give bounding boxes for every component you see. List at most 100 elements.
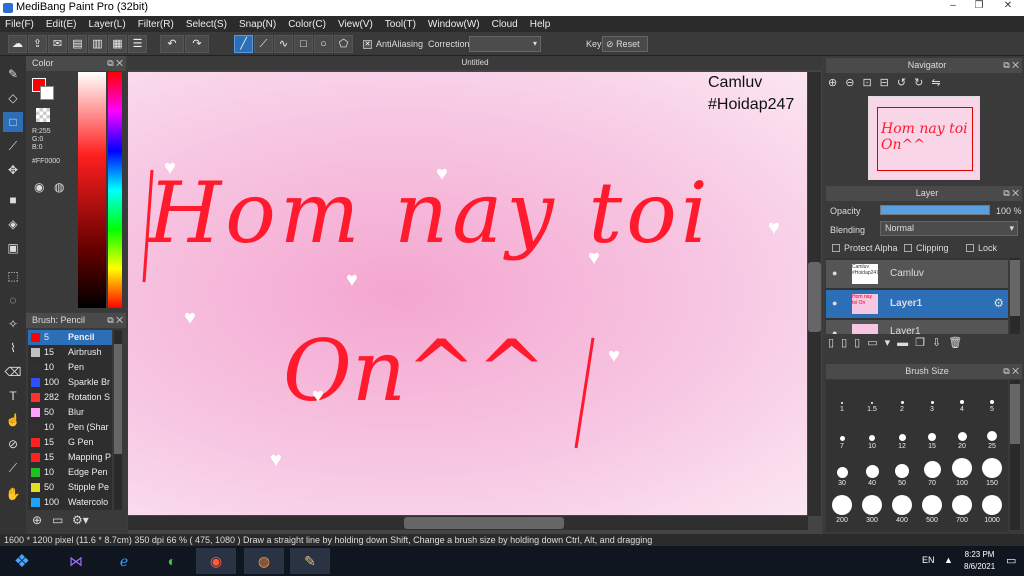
hand-tool-icon[interactable]: ✋ [3, 484, 23, 504]
gradient-tool-icon[interactable]: ▣ [3, 238, 23, 258]
brush-tool-icon[interactable]: ✎ [3, 64, 23, 84]
brush-size-cell[interactable]: 4 [948, 384, 976, 418]
brush-size-cell[interactable]: 12 [888, 421, 916, 455]
visual-studio-icon[interactable]: ⋈ [56, 548, 96, 574]
brush-size-cell[interactable]: 200 [828, 495, 856, 529]
language-indicator[interactable]: EN [922, 555, 935, 565]
coccoc-icon[interactable]: ◐ [152, 548, 192, 574]
eye-icon[interactable]: ● [832, 268, 837, 278]
panel-options-icon[interactable]: ⧉ ✕ [107, 56, 123, 71]
brush-size-cell[interactable]: 100 [948, 458, 976, 492]
rotate-right-icon[interactable]: ↻ [914, 77, 931, 89]
brush-size-cell[interactable]: 1 [828, 384, 856, 418]
add-brush-icon[interactable]: ⊕ [32, 513, 42, 527]
brush-size-cell[interactable]: 150 [978, 458, 1006, 492]
clipping-checkbox[interactable] [904, 244, 912, 252]
redo-icon[interactable]: ↷ [185, 35, 209, 53]
layer-row[interactable]: ● Layer1 [826, 320, 1008, 334]
zoom-out-icon[interactable]: ⊖ [845, 77, 862, 89]
panel-options-icon[interactable]: ⧉ ✕ [107, 313, 123, 328]
canvas-tab[interactable]: Untitled [128, 56, 822, 70]
new-8bit-layer-icon[interactable]: ▯ [854, 337, 867, 349]
new-layer-icon[interactable]: ▯ [828, 337, 841, 349]
close-button[interactable]: ✕ [992, 0, 1024, 15]
merge-layer-icon[interactable]: ⇩ [932, 337, 948, 349]
actual-size-icon[interactable]: ⊟ [880, 77, 897, 89]
brush-size-cell[interactable]: 40 [858, 458, 886, 492]
polyline-icon[interactable]: ⟋ [254, 35, 273, 53]
menu-cloud[interactable]: Cloud [492, 19, 518, 30]
palette-add-icon[interactable]: ◍ [54, 180, 64, 194]
move-tool-icon[interactable]: ✥ [3, 160, 23, 180]
brush-size-cell[interactable]: 400 [888, 495, 916, 529]
brush-item[interactable]: 10 Edge Pen [28, 465, 112, 480]
chrome-icon[interactable]: ◉ [196, 548, 236, 574]
menu-filter[interactable]: Filter(R) [138, 19, 174, 30]
operation-tool-icon[interactable]: ☝ [3, 410, 23, 430]
internet-explorer-icon[interactable]: ℯ [104, 548, 144, 574]
brush-size-cell[interactable]: 10 [858, 421, 886, 455]
menu-help[interactable]: Help [530, 19, 551, 30]
saturation-picker[interactable] [78, 72, 106, 308]
gear-icon[interactable]: ⚙ [993, 296, 1004, 310]
brush-size-cell[interactable]: 300 [858, 495, 886, 529]
minimize-button[interactable]: – [940, 0, 966, 15]
menu-edit[interactable]: Edit(E) [46, 19, 77, 30]
menu-color[interactable]: Color(C) [288, 19, 326, 30]
brush-item[interactable]: 15 Airbrush [28, 345, 112, 360]
brush-item[interactable]: 5 Pencil [28, 330, 112, 345]
notification-icon[interactable]: ▭ [1006, 554, 1016, 567]
brush-size-cell[interactable]: 3 [918, 384, 946, 418]
rectangle-icon[interactable]: □ [294, 35, 313, 53]
menu-snap[interactable]: Snap(N) [239, 19, 276, 30]
protect-alpha-checkbox[interactable] [832, 244, 840, 252]
chat-icon[interactable]: ▤ [68, 35, 87, 53]
brush-item[interactable]: 100 Sparkle Br [28, 375, 112, 390]
dot-tool-icon[interactable]: ⟋ [3, 136, 23, 156]
tray-up-icon[interactable]: ▲ [944, 555, 953, 565]
eye-icon[interactable]: ● [832, 328, 837, 334]
brush-size-cell[interactable]: 5 [978, 384, 1006, 418]
shape-tool-icon[interactable]: □ [3, 112, 23, 132]
brush-item[interactable]: 50 Blur [28, 405, 112, 420]
layer-row[interactable]: ● Hom nay toi On Layer1 ⚙ [826, 290, 1008, 318]
brush-size-scrollbar[interactable] [1010, 380, 1020, 530]
folder-icon[interactable]: ▬ [897, 337, 915, 349]
fill-rect-icon[interactable]: ■ [3, 190, 23, 210]
undo-icon[interactable]: ↶ [160, 35, 184, 53]
brush-size-cell[interactable]: 1000 [978, 495, 1006, 529]
select-tool-icon[interactable]: ⬚ [3, 266, 23, 286]
brush-size-cell[interactable]: 15 [918, 421, 946, 455]
menu-file[interactable]: File(F) [5, 19, 34, 30]
brush-item[interactable]: 10 Pen (Shar [28, 420, 112, 435]
medibang-icon[interactable]: ◍ [244, 548, 284, 574]
layer-row[interactable]: ● Camluv #Hoidap247 Camluv [826, 260, 1008, 288]
clock[interactable]: 8:23 PM 8/6/2021 [964, 549, 995, 573]
ellipse-icon[interactable]: ○ [314, 35, 333, 53]
grid-icon[interactable]: ▦ [108, 35, 127, 53]
lasso-tool-icon[interactable]: ◌ [3, 290, 23, 310]
cloud-icon[interactable]: ☁ [8, 35, 27, 53]
new-brush-icon[interactable]: ▭ [52, 513, 63, 527]
brush-item[interactable]: 50 Stipple Pe [28, 480, 112, 495]
paint-icon[interactable]: ✎ [290, 548, 330, 574]
panel-options-icon[interactable]: ⧉ ✕ [1003, 58, 1019, 73]
brush-size-cell[interactable]: 700 [948, 495, 976, 529]
drawing-canvas[interactable]: Camluv #Hoidap247 Hom nay toi On^^ ♥ ♥ ♥… [128, 72, 807, 515]
duplicate-layer-icon[interactable]: ❐ [915, 337, 932, 349]
horizontal-scrollbar[interactable] [128, 516, 808, 530]
panel-options-icon[interactable]: ⧉ ✕ [1003, 364, 1019, 379]
brush-size-cell[interactable]: 70 [918, 458, 946, 492]
text-tool-icon[interactable]: T [3, 386, 23, 406]
fit-icon[interactable]: ⊡ [862, 77, 879, 89]
transparent-swatch[interactable] [36, 108, 50, 122]
comment-icon[interactable]: ✉ [48, 35, 67, 53]
select-pen-icon[interactable]: ⌇ [3, 338, 23, 358]
bucket-tool-icon[interactable]: ◈ [3, 214, 23, 234]
brush-item[interactable]: 15 Mapping P [28, 450, 112, 465]
menu-select[interactable]: Select(S) [186, 19, 227, 30]
polygon-icon[interactable]: ⬠ [334, 35, 353, 53]
menu-tool[interactable]: Tool(T) [385, 19, 416, 30]
add-layer-menu-icon[interactable]: ▭▾ [867, 337, 897, 349]
magic-wand-icon[interactable]: ✧ [3, 314, 23, 334]
